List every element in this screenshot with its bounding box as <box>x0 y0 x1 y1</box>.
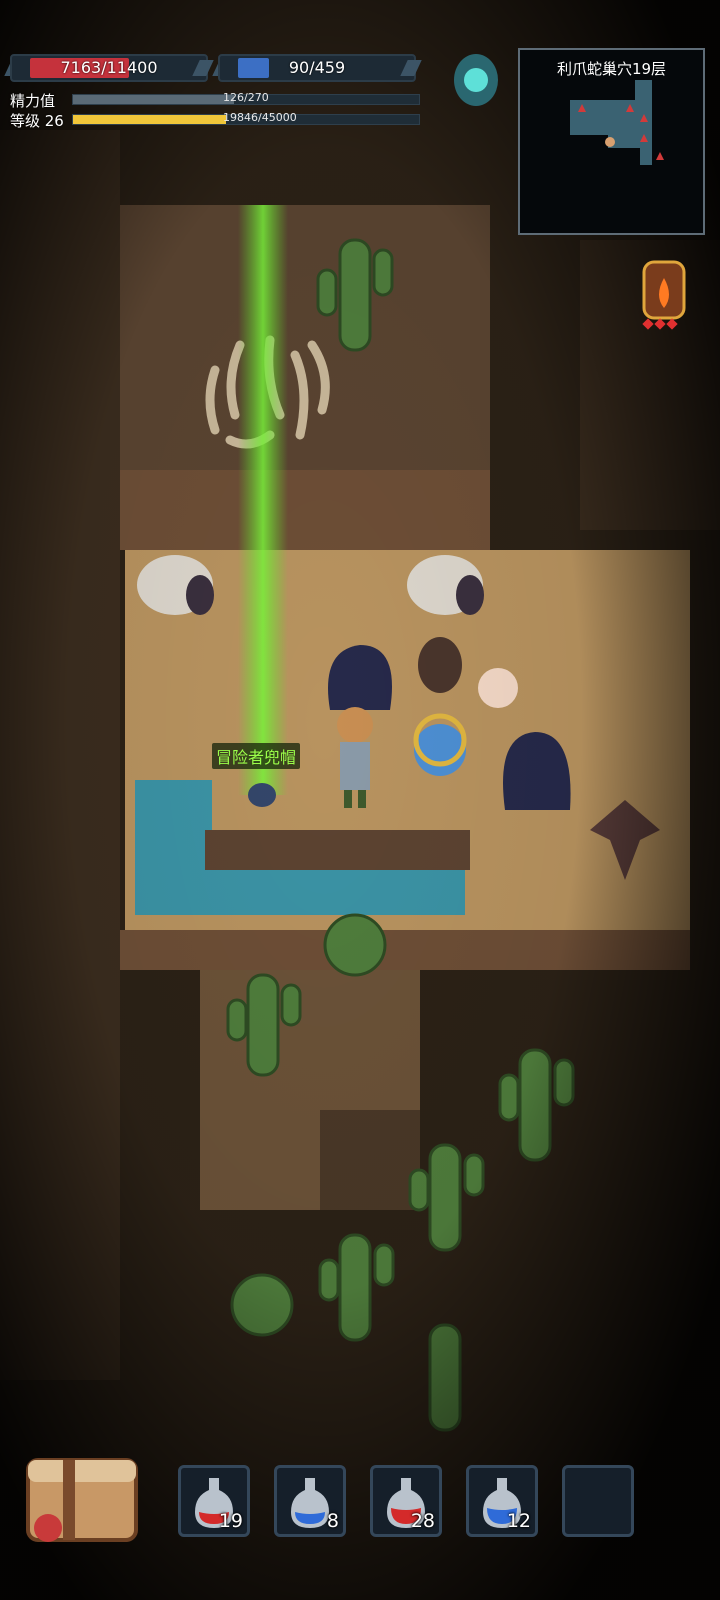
potion-count: 28 <box>410 1510 435 1532</box>
empty-slot[interactable] <box>562 1465 634 1537</box>
stamina-fill <box>73 95 235 104</box>
minimap-rooms <box>570 80 664 165</box>
level-label: 等级 26 <box>10 112 64 130</box>
stamina-label: 精力值 <box>10 92 56 110</box>
exp-text: 19846/45000 <box>223 111 297 124</box>
flame-lantern-icon[interactable] <box>636 250 692 332</box>
exp-fill <box>73 115 226 124</box>
teleport-rune-icon[interactable] <box>450 50 502 108</box>
potion-slot-2[interactable]: 8 <box>274 1465 346 1537</box>
exp-bar: 19846/45000 <box>72 111 420 125</box>
potion-count: 12 <box>506 1510 531 1532</box>
stamina-bar: 126/270 <box>72 91 420 105</box>
backpack-icon[interactable] <box>18 1440 144 1550</box>
mp-text: 90/459 <box>288 58 346 77</box>
hp-text: 7163/11400 <box>60 58 158 77</box>
potion-slot-1[interactable]: 19 <box>178 1465 250 1537</box>
mp-bar: 90/459 <box>212 54 422 82</box>
dungeon-scene[interactable] <box>0 0 720 1600</box>
potion-slot-3[interactable]: 28 <box>370 1465 442 1537</box>
potion-count: 19 <box>218 1510 243 1532</box>
hp-bar: 7163/11400 <box>4 54 214 82</box>
stamina-text: 126/270 <box>223 91 269 104</box>
potion-count: 8 <box>326 1510 339 1532</box>
dropped-item-label[interactable]: 冒险者兜帽 <box>212 743 301 769</box>
minimap[interactable]: 利爪蛇巢穴19层 <box>518 48 705 235</box>
potion-slot-4[interactable]: 12 <box>466 1465 538 1537</box>
